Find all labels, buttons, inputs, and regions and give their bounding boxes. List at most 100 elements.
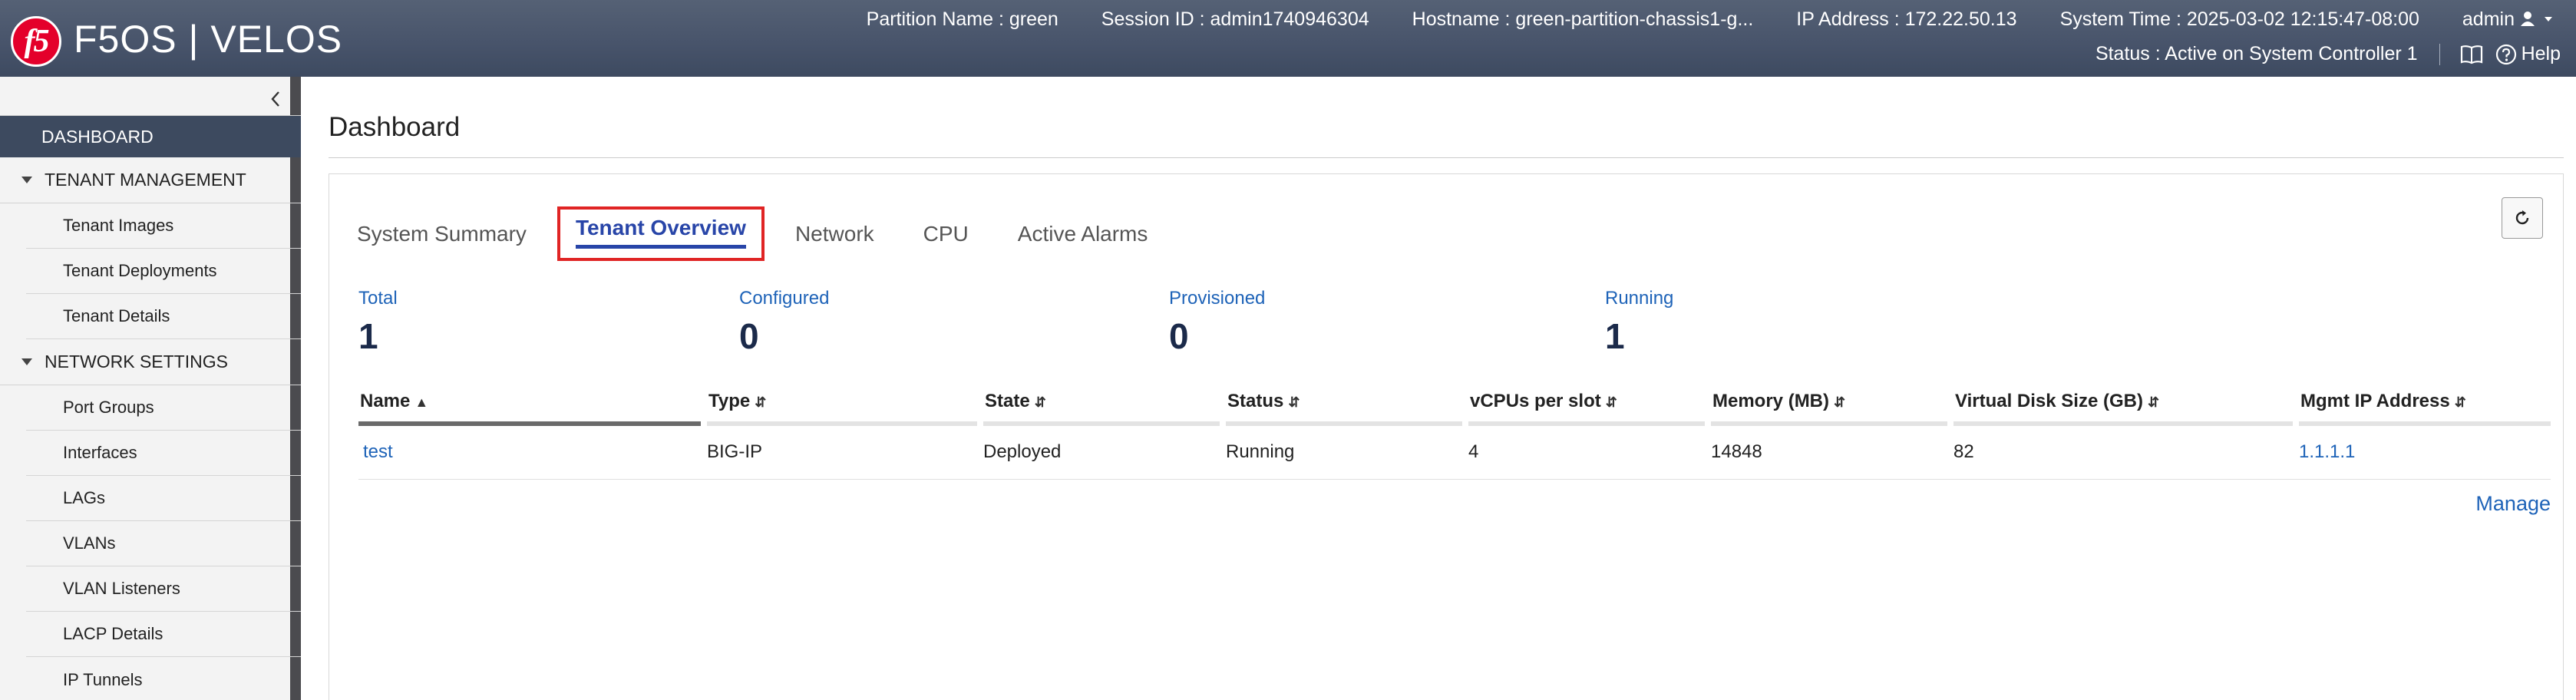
hostname: Hostname : green-partition-chassis1-g... xyxy=(1412,8,1754,30)
stat-value: 0 xyxy=(739,316,759,356)
divider xyxy=(329,157,2564,158)
sort-icon: ⇵ xyxy=(1605,395,1617,410)
ip-address: IP Address : 172.22.50.13 xyxy=(1796,8,2017,30)
cell-status: Running xyxy=(1226,441,1295,462)
sort-icon: ⇵ xyxy=(1034,395,1046,410)
tenant-name-link[interactable]: test xyxy=(363,441,393,463)
stat-value: 1 xyxy=(1605,316,1625,356)
refresh-icon xyxy=(2515,210,2529,225)
table-header: Name ▲ Type ⇵ State ⇵ Status ⇵ vCPUs per slo… xyxy=(358,391,2551,426)
column-label: Memory (MB) xyxy=(1712,391,1830,411)
product-name: F5OS | VELOS xyxy=(74,18,343,61)
sort-icon: ⇵ xyxy=(755,395,767,410)
header-info-bar: Partition Name : green Session ID : admi… xyxy=(867,8,2553,31)
sidebar-section-label: TENANT MANAGEMENT xyxy=(45,170,246,190)
cell-vcpus: 4 xyxy=(1468,441,1479,462)
sidebar-item-lacp-details[interactable]: LACP Details xyxy=(26,612,301,657)
stat-label[interactable]: Configured xyxy=(739,288,829,309)
partition-name: Partition Name : green xyxy=(866,8,1058,30)
chevron-down-icon xyxy=(2545,17,2552,21)
sort-icon: ⇵ xyxy=(1834,395,1846,410)
stat-provisioned: Provisioned 0 xyxy=(1169,288,1265,357)
tab-network[interactable]: Network xyxy=(795,222,874,246)
sidebar-section-network-settings[interactable]: NETWORK SETTINGS xyxy=(0,339,301,385)
sort-icon: ⇵ xyxy=(2454,395,2466,410)
table-row: test BIG-IP Deployed Running 4 14848 82 … xyxy=(358,426,2551,480)
column-header-state[interactable]: State ⇵ xyxy=(983,391,1220,426)
user-name: admin xyxy=(2462,8,2515,30)
stat-running: Running 1 xyxy=(1605,288,1673,357)
tab-tenant-overview[interactable]: Tenant Overview xyxy=(575,216,746,249)
f5-logo: f5 xyxy=(11,16,61,67)
sidebar-item-vlans[interactable]: VLANs xyxy=(26,521,301,566)
cell-memory: 14848 xyxy=(1711,441,1762,462)
column-header-disk-size[interactable]: Virtual Disk Size (GB) ⇵ xyxy=(1953,391,2293,426)
sidebar-item-dashboard[interactable]: DASHBOARD xyxy=(0,116,301,157)
user-menu[interactable]: admin xyxy=(2441,8,2553,31)
page-title: Dashboard xyxy=(329,112,461,142)
tab-system-summary[interactable]: System Summary xyxy=(357,222,527,246)
help-icon xyxy=(2495,44,2516,64)
stat-label[interactable]: Running xyxy=(1605,288,1673,309)
caret-down-icon xyxy=(21,358,32,365)
cell-state: Deployed xyxy=(983,441,1062,462)
book-icon xyxy=(2460,45,2482,64)
column-label: Mgmt IP Address xyxy=(2300,391,2450,411)
sort-icon: ⇵ xyxy=(2147,395,2160,410)
stat-total: Total 1 xyxy=(358,288,398,357)
sort-asc-icon: ▲ xyxy=(414,395,429,410)
sidebar-section-tenant-management[interactable]: TENANT MANAGEMENT xyxy=(0,157,301,203)
collapse-sidebar-button[interactable] xyxy=(270,89,281,113)
cell-disk-size: 82 xyxy=(1953,441,1974,462)
tenant-table: Name ▲ Type ⇵ State ⇵ Status ⇵ vCPUs per slo… xyxy=(358,391,2551,480)
column-label: Name xyxy=(360,391,411,411)
highlight-box: Tenant Overview xyxy=(556,206,765,261)
top-header: f5 F5OS | VELOS Partition Name : green S… xyxy=(0,0,2576,77)
column-label: Status xyxy=(1227,391,1284,411)
refresh-button[interactable] xyxy=(2502,197,2543,239)
sidebar-nav: DASHBOARD TENANT MANAGEMENT Tenant Image… xyxy=(0,115,301,700)
sidebar-item-tenant-details[interactable]: Tenant Details xyxy=(26,294,301,339)
dashboard-tabs: System Summary Tenant Overview Network C… xyxy=(357,206,1197,261)
column-header-status[interactable]: Status ⇵ xyxy=(1226,391,1462,426)
column-label: Type xyxy=(708,391,751,411)
stat-label[interactable]: Total xyxy=(358,288,398,309)
controller-status: Status : Active on System Controller 1 xyxy=(2095,43,2418,64)
session-id: Session ID : admin1740946304 xyxy=(1101,8,1369,30)
column-header-memory[interactable]: Memory (MB) ⇵ xyxy=(1711,391,1947,426)
column-header-vcpus[interactable]: vCPUs per slot ⇵ xyxy=(1468,391,1705,426)
caret-down-icon xyxy=(21,177,32,183)
sidebar-item-lags[interactable]: LAGs xyxy=(26,476,301,521)
tab-active-alarms[interactable]: Active Alarms xyxy=(1018,222,1148,246)
mgmt-ip-link[interactable]: 1.1.1.1 xyxy=(2299,441,2355,463)
tenant-stats: Total 1 Configured 0 Provisioned 0 Runni… xyxy=(329,288,2563,365)
user-icon xyxy=(2521,12,2535,26)
system-time: System Time : 2025-03-02 12:15:47-08:00 xyxy=(2059,8,2419,30)
stat-value: 0 xyxy=(1169,316,1189,356)
sidebar-item-port-groups[interactable]: Port Groups xyxy=(26,385,301,431)
column-header-type[interactable]: Type ⇵ xyxy=(707,391,977,426)
sidebar-section-label: NETWORK SETTINGS xyxy=(45,352,228,371)
help-label: Help xyxy=(2521,43,2561,64)
stat-label[interactable]: Provisioned xyxy=(1169,288,1265,309)
help-button[interactable]: Help xyxy=(2495,43,2561,65)
chevron-left-icon xyxy=(271,91,279,107)
sidebar-item-ip-tunnels[interactable]: IP Tunnels xyxy=(26,657,301,700)
sidebar-item-tenant-images[interactable]: Tenant Images xyxy=(26,203,301,249)
sidebar-item-vlan-listeners[interactable]: VLAN Listeners xyxy=(26,566,301,612)
sidebar-item-tenant-deployments[interactable]: Tenant Deployments xyxy=(26,249,301,294)
stat-configured: Configured 0 xyxy=(739,288,829,357)
sidebar-item-label: DASHBOARD xyxy=(41,126,154,147)
column-header-mgmt-ip[interactable]: Mgmt IP Address ⇵ xyxy=(2299,391,2551,426)
documentation-button[interactable] xyxy=(2440,45,2495,64)
header-status-row: Status : Active on System Controller 1 H… xyxy=(2095,43,2561,65)
column-label: vCPUs per slot xyxy=(1470,391,1601,411)
column-header-name[interactable]: Name ▲ xyxy=(358,391,701,426)
sidebar: DASHBOARD TENANT MANAGEMENT Tenant Image… xyxy=(0,77,301,700)
sidebar-item-interfaces[interactable]: Interfaces xyxy=(26,431,301,476)
manage-link[interactable]: Manage xyxy=(2475,492,2551,516)
cell-type: BIG-IP xyxy=(707,441,763,462)
column-label: Virtual Disk Size (GB) xyxy=(1955,391,2143,411)
tab-cpu[interactable]: CPU xyxy=(923,222,969,246)
column-label: State xyxy=(985,391,1030,411)
